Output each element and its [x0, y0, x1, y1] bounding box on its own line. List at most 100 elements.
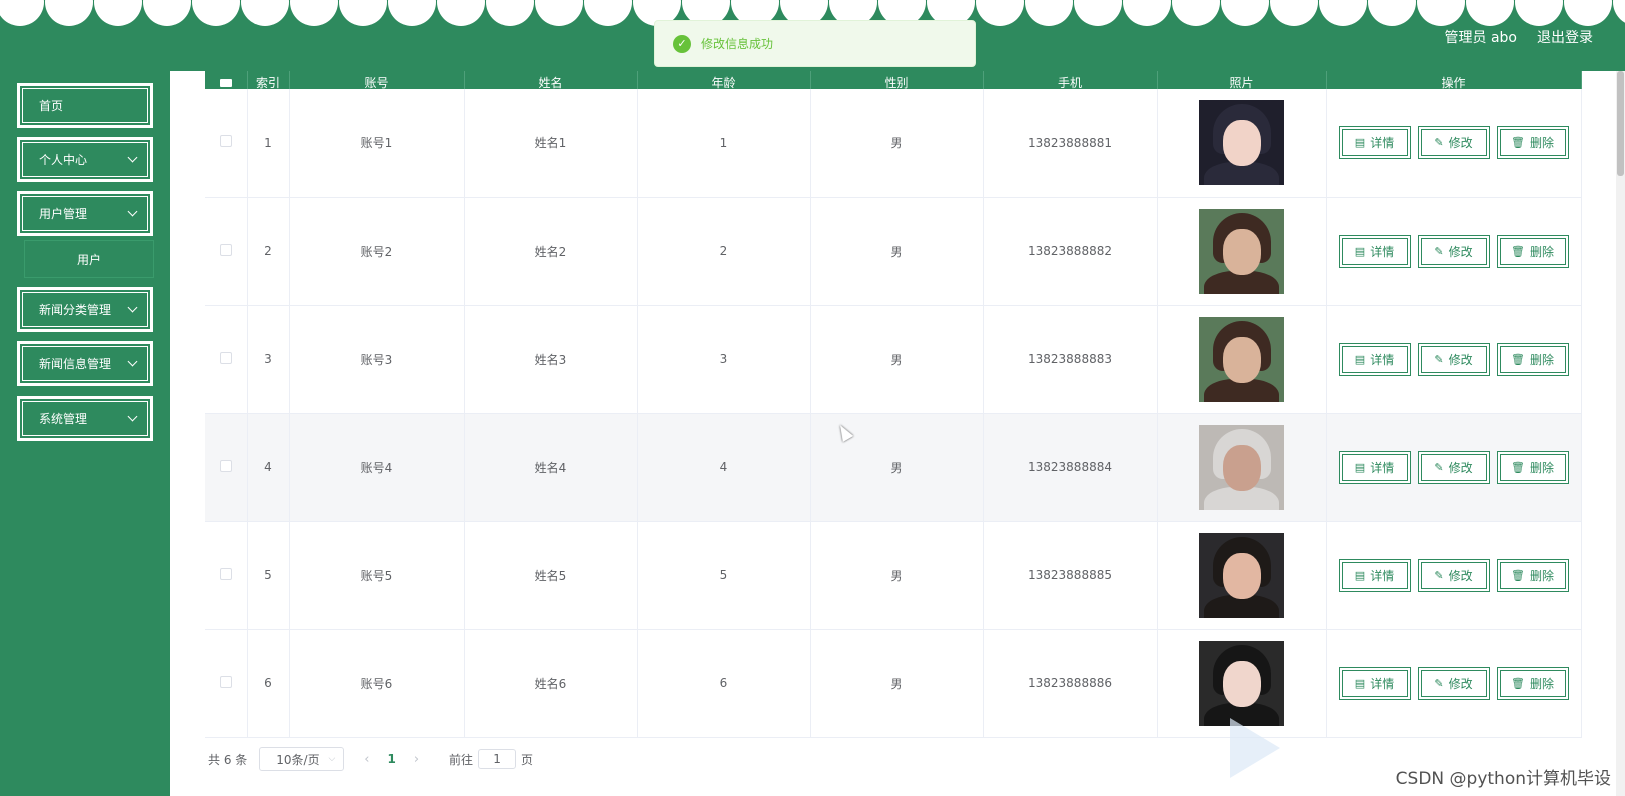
user-photo [1199, 100, 1284, 186]
scallop-shape [1515, 0, 1563, 26]
scallop-shape [290, 0, 338, 26]
cell-actions: ▤ 详情 ✎ 修改 🗑 删除 [1326, 305, 1582, 414]
table-row[interactable]: 4 账号4 姓名4 4 男 13823888884 ▤ 详情 ✎ 修改 🗑 删除 [205, 413, 1582, 522]
sidebar-item-news-info[interactable]: 新闻信息管理 [17, 341, 153, 386]
sidebar-item-home[interactable]: 首页 [17, 83, 153, 128]
edit-button[interactable]: ✎ 修改 [1417, 666, 1490, 700]
scallop-shape [976, 0, 1024, 26]
delete-button[interactable]: 🗑 删除 [1496, 342, 1569, 376]
scallop-shape [584, 0, 632, 26]
edit-icon: ✎ [1434, 676, 1444, 690]
chevron-down-icon [127, 152, 138, 163]
edit-label: 修改 [1448, 676, 1473, 691]
cell-index: 5 [247, 521, 290, 630]
sidebar-item-label: 新闻信息管理 [39, 357, 112, 371]
edit-label: 修改 [1448, 136, 1473, 151]
table-row[interactable]: 5 账号5 姓名5 5 男 13823888885 ▤ 详情 ✎ 修改 🗑 删除 [205, 521, 1582, 630]
sidebar: 首页 个人中心 用户管理 用户 新闻分类管理 新闻信息管理 系统管理 [0, 71, 170, 796]
user-photo [1199, 208, 1284, 294]
success-toast: ✓ 修改信息成功 [654, 20, 976, 67]
delete-button[interactable]: 🗑 删除 [1496, 234, 1569, 268]
edit-label: 修改 [1448, 568, 1473, 583]
row-checkbox[interactable] [219, 135, 232, 148]
cell-phone: 13823888885 [983, 521, 1158, 630]
sidebar-item-user-management[interactable]: 用户管理 [17, 191, 153, 236]
row-checkbox[interactable] [219, 567, 232, 580]
detail-button[interactable]: ▤ 详情 [1338, 126, 1411, 160]
edit-label: 修改 [1448, 460, 1473, 475]
cell-index: 2 [247, 197, 290, 306]
chevron-down-icon [127, 356, 138, 367]
admin-user-label[interactable]: 管理员 abo [1445, 27, 1517, 47]
row-checkbox[interactable] [219, 351, 232, 364]
detail-label: 详情 [1370, 676, 1395, 691]
sidebar-item-label: 系统管理 [39, 412, 88, 426]
cell-name: 姓名4 [464, 413, 638, 522]
scallop-shape [241, 0, 289, 26]
page-size-select[interactable]: 10条/页 ⌵ [259, 747, 345, 771]
delete-button[interactable]: 🗑 删除 [1496, 558, 1569, 592]
column-header: 手机 [983, 71, 1158, 89]
prev-page-button[interactable]: ‹ [364, 752, 369, 767]
row-checkbox-cell [205, 521, 248, 630]
row-checkbox[interactable] [219, 243, 232, 256]
row-checkbox[interactable] [219, 459, 232, 472]
sidebar-item-personal-center[interactable]: 个人中心 [17, 137, 153, 182]
vertical-scrollbar[interactable] [1616, 71, 1625, 796]
cell-index: 4 [247, 413, 290, 522]
delete-button[interactable]: 🗑 删除 [1496, 666, 1569, 700]
edit-button[interactable]: ✎ 修改 [1417, 342, 1490, 376]
scallop-shape [1613, 0, 1625, 26]
select-all-checkbox[interactable] [205, 71, 248, 89]
document-icon: ▤ [1354, 136, 1366, 150]
row-checkbox-cell [205, 305, 248, 414]
document-icon: ▤ [1354, 244, 1366, 258]
table-row[interactable]: 2 账号2 姓名2 2 男 13823888882 ▤ 详情 ✎ 修改 🗑 删除 [205, 197, 1582, 306]
table-row[interactable]: 3 账号3 姓名3 3 男 13823888883 ▤ 详情 ✎ 修改 🗑 删除 [205, 305, 1582, 414]
goto-page-input[interactable]: 1 [478, 749, 517, 769]
edit-button[interactable]: ✎ 修改 [1417, 234, 1490, 268]
trash-icon: 🗑 [1511, 676, 1525, 690]
delete-button[interactable]: 🗑 删除 [1496, 126, 1569, 160]
cell-photo [1157, 521, 1327, 630]
table-row[interactable]: 1 账号1 姓名1 1 男 13823888881 ▤ 详情 ✎ 修改 🗑 删除 [205, 89, 1582, 198]
cell-name: 姓名5 [464, 521, 638, 630]
scallop-shape [535, 0, 583, 26]
user-photo [1199, 640, 1284, 726]
scallop-shape [94, 0, 142, 26]
column-header: 索引 [247, 71, 290, 89]
edit-button[interactable]: ✎ 修改 [1417, 126, 1490, 160]
scallop-shape [1221, 0, 1269, 26]
detail-button[interactable]: ▤ 详情 [1338, 234, 1411, 268]
table-row[interactable]: 6 账号6 姓名6 6 男 13823888886 ▤ 详情 ✎ 修改 🗑 删除 [205, 629, 1582, 738]
page-number[interactable]: 1 [387, 752, 395, 766]
sidebar-item-news-category[interactable]: 新闻分类管理 [17, 287, 153, 332]
column-header: 照片 [1157, 71, 1327, 89]
edit-button[interactable]: ✎ 修改 [1417, 558, 1490, 592]
detail-button[interactable]: ▤ 详情 [1338, 666, 1411, 700]
detail-label: 详情 [1370, 460, 1395, 475]
scallop-shape [1123, 0, 1171, 26]
cell-photo [1157, 89, 1327, 198]
detail-button[interactable]: ▤ 详情 [1338, 342, 1411, 376]
sidebar-item-system[interactable]: 系统管理 [17, 396, 153, 441]
scallop-shape [1074, 0, 1122, 26]
sidebar-item-label: 首页 [39, 99, 64, 113]
delete-button[interactable]: 🗑 删除 [1496, 450, 1569, 484]
cell-name: 姓名1 [464, 89, 638, 198]
logout-button[interactable]: 退出登录 [1537, 27, 1593, 47]
detail-button[interactable]: ▤ 详情 [1338, 450, 1411, 484]
scallop-shape [339, 0, 387, 26]
next-page-button[interactable]: › [414, 752, 419, 767]
row-checkbox[interactable] [219, 675, 232, 688]
chevron-down-icon: ⌵ [328, 754, 336, 764]
scallop-shape [1025, 0, 1073, 26]
trash-icon: 🗑 [1511, 352, 1525, 366]
page-suffix: 页 [521, 752, 534, 767]
user-table: 索引 账号 姓名 年龄 性别 手机 照片 操作 1 账号1 姓名1 1 男 1382388… [205, 71, 1582, 738]
edit-button[interactable]: ✎ 修改 [1417, 450, 1490, 484]
detail-button[interactable]: ▤ 详情 [1338, 558, 1411, 592]
scroll-thumb[interactable] [1617, 71, 1624, 176]
cell-phone: 13823888884 [983, 413, 1158, 522]
sidebar-subitem-users[interactable]: 用户 [24, 240, 154, 278]
